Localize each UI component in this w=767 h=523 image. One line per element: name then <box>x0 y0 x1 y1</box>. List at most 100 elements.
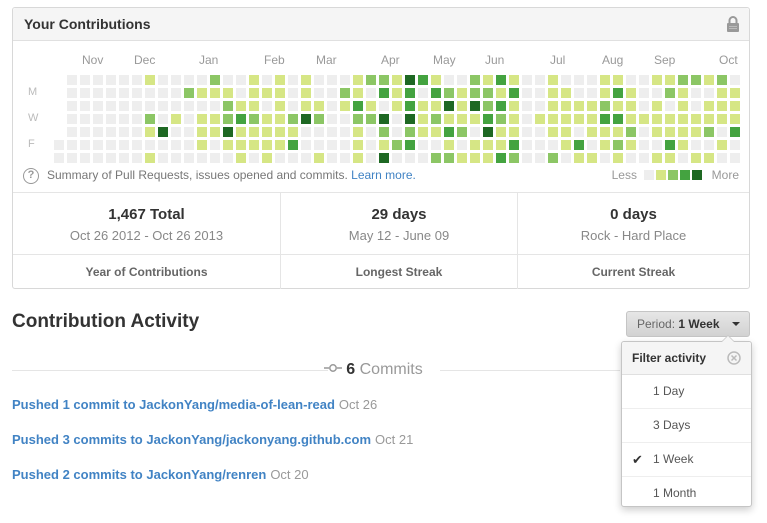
calendar-day[interactable] <box>652 153 662 163</box>
calendar-day[interactable] <box>548 101 558 111</box>
calendar-day[interactable] <box>574 153 584 163</box>
calendar-day[interactable] <box>171 127 181 137</box>
calendar-day[interactable] <box>275 114 285 124</box>
calendar-day[interactable] <box>145 101 155 111</box>
calendar-day[interactable] <box>613 114 623 124</box>
calendar-day[interactable] <box>522 114 532 124</box>
calendar-day[interactable] <box>431 101 441 111</box>
calendar-day[interactable] <box>67 114 77 124</box>
calendar-day[interactable] <box>652 75 662 85</box>
calendar-day[interactable] <box>418 140 428 150</box>
calendar-day[interactable] <box>457 114 467 124</box>
calendar-day[interactable] <box>93 88 103 98</box>
calendar-day[interactable] <box>301 101 311 111</box>
calendar-day[interactable] <box>67 127 77 137</box>
calendar-day[interactable] <box>197 127 207 137</box>
calendar-day[interactable] <box>275 140 285 150</box>
calendar-day[interactable] <box>249 101 259 111</box>
calendar-day[interactable] <box>600 75 610 85</box>
calendar-day[interactable] <box>587 127 597 137</box>
calendar-day[interactable] <box>470 140 480 150</box>
calendar-day[interactable] <box>301 114 311 124</box>
calendar-day[interactable] <box>327 75 337 85</box>
calendar-day[interactable] <box>665 153 675 163</box>
calendar-day[interactable] <box>366 75 376 85</box>
calendar-day[interactable] <box>522 88 532 98</box>
calendar-day[interactable] <box>496 101 506 111</box>
calendar-day[interactable] <box>236 75 246 85</box>
calendar-day[interactable] <box>431 88 441 98</box>
period-select-button[interactable]: Period: 1 Week <box>626 311 750 337</box>
calendar-day[interactable] <box>106 140 116 150</box>
calendar-day[interactable] <box>496 127 506 137</box>
calendar-day[interactable] <box>197 75 207 85</box>
calendar-day[interactable] <box>171 101 181 111</box>
calendar-day[interactable] <box>158 88 168 98</box>
calendar-day[interactable] <box>665 88 675 98</box>
calendar-day[interactable] <box>171 153 181 163</box>
calendar-day[interactable] <box>249 114 259 124</box>
calendar-day[interactable] <box>678 88 688 98</box>
calendar-day[interactable] <box>80 114 90 124</box>
calendar-day[interactable] <box>704 101 714 111</box>
calendar-day[interactable] <box>366 140 376 150</box>
calendar-day[interactable] <box>262 75 272 85</box>
calendar-day[interactable] <box>535 127 545 137</box>
calendar-day[interactable] <box>457 75 467 85</box>
calendar-day[interactable] <box>314 114 324 124</box>
calendar-day[interactable] <box>431 114 441 124</box>
calendar-day[interactable] <box>730 88 740 98</box>
calendar-day[interactable] <box>340 114 350 124</box>
calendar-day[interactable] <box>106 127 116 137</box>
calendar-day[interactable] <box>54 153 64 163</box>
calendar-day[interactable] <box>132 127 142 137</box>
calendar-day[interactable] <box>301 127 311 137</box>
calendar-day[interactable] <box>457 127 467 137</box>
calendar-day[interactable] <box>106 75 116 85</box>
calendar-day[interactable] <box>535 75 545 85</box>
calendar-day[interactable] <box>197 140 207 150</box>
filter-option-1-month[interactable]: 1 Month <box>622 477 751 510</box>
calendar-day[interactable] <box>93 140 103 150</box>
calendar-day[interactable] <box>457 140 467 150</box>
calendar-day[interactable] <box>704 114 714 124</box>
calendar-day[interactable] <box>405 88 415 98</box>
calendar-day[interactable] <box>483 101 493 111</box>
calendar-day[interactable] <box>652 88 662 98</box>
calendar-day[interactable] <box>717 127 727 137</box>
calendar-day[interactable] <box>496 153 506 163</box>
calendar-day[interactable] <box>54 140 64 150</box>
calendar-day[interactable] <box>353 101 363 111</box>
calendar-day[interactable] <box>626 114 636 124</box>
calendar-day[interactable] <box>509 88 519 98</box>
calendar-day[interactable] <box>509 127 519 137</box>
calendar-day[interactable] <box>340 101 350 111</box>
calendar-day[interactable] <box>444 101 454 111</box>
calendar-day[interactable] <box>379 114 389 124</box>
calendar-day[interactable] <box>548 88 558 98</box>
calendar-day[interactable] <box>600 153 610 163</box>
calendar-day[interactable] <box>236 127 246 137</box>
calendar-day[interactable] <box>470 101 480 111</box>
calendar-day[interactable] <box>392 75 402 85</box>
calendar-day[interactable] <box>93 75 103 85</box>
calendar-day[interactable] <box>431 127 441 137</box>
calendar-day[interactable] <box>392 114 402 124</box>
calendar-day[interactable] <box>184 153 194 163</box>
calendar-day[interactable] <box>262 127 272 137</box>
calendar-day[interactable] <box>639 88 649 98</box>
calendar-day[interactable] <box>119 88 129 98</box>
calendar-day[interactable] <box>587 88 597 98</box>
calendar-day[interactable] <box>574 114 584 124</box>
calendar-day[interactable] <box>613 101 623 111</box>
calendar-day[interactable] <box>106 114 116 124</box>
calendar-day[interactable] <box>158 140 168 150</box>
calendar-day[interactable] <box>340 153 350 163</box>
calendar-day[interactable] <box>379 127 389 137</box>
calendar-day[interactable] <box>561 153 571 163</box>
calendar-day[interactable] <box>496 75 506 85</box>
calendar-day[interactable] <box>249 127 259 137</box>
calendar-day[interactable] <box>288 101 298 111</box>
calendar-day[interactable] <box>314 140 324 150</box>
calendar-day[interactable] <box>132 88 142 98</box>
